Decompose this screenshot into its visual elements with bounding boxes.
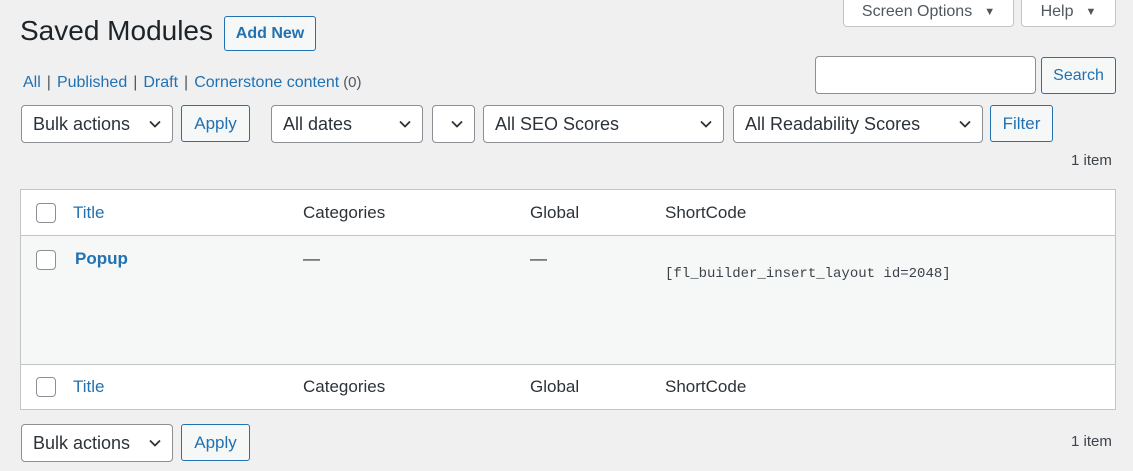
seo-scores-select[interactable]: All SEO Scores — [483, 105, 724, 143]
extra-filter-select[interactable] — [432, 105, 475, 143]
column-categories-header: Categories — [303, 203, 386, 222]
apply-button-top[interactable]: Apply — [181, 105, 250, 142]
items-count-top: 1 item — [1071, 152, 1112, 169]
column-global-header: Global — [530, 203, 580, 222]
column-shortcode-header: ShortCode — [665, 203, 747, 222]
row-checkbox[interactable] — [36, 250, 56, 270]
dates-value: All dates — [283, 113, 353, 134]
row-categories: — — [303, 249, 320, 268]
cornerstone-count: (0) — [343, 74, 362, 91]
table-row: Popup — — [fl_builder_insert_layout id=2… — [21, 236, 1115, 364]
view-all-link[interactable]: All — [23, 74, 41, 91]
chevron-down-icon — [149, 120, 161, 128]
column-title-footer[interactable]: Title — [73, 377, 105, 397]
view-cornerstone-link[interactable]: Cornerstone content — [194, 74, 339, 91]
seo-scores-value: All SEO Scores — [495, 113, 620, 134]
items-count-bottom: 1 item — [1071, 433, 1112, 450]
column-global-footer: Global — [530, 377, 580, 396]
help-tab[interactable]: Help ▼ — [1021, 0, 1116, 27]
bulk-actions-select-bottom[interactable]: Bulk actions — [21, 424, 173, 462]
row-global: — — [530, 249, 547, 268]
readability-scores-select[interactable]: All Readability Scores — [733, 105, 983, 143]
page-title: Saved Modules — [20, 15, 214, 46]
chevron-down-icon — [959, 120, 971, 128]
search-button[interactable]: Search — [1041, 57, 1116, 94]
bulk-actions-select-top[interactable]: Bulk actions — [21, 105, 173, 143]
bulk-actions-value: Bulk actions — [33, 113, 131, 134]
column-shortcode-footer: ShortCode — [665, 377, 747, 396]
screen-options-tab[interactable]: Screen Options ▼ — [843, 0, 1014, 27]
filter-button[interactable]: Filter — [990, 105, 1053, 142]
column-title-header[interactable]: Title — [73, 203, 105, 223]
chevron-down-icon — [149, 439, 161, 447]
separator: | — [133, 74, 138, 91]
caret-down-icon: ▼ — [984, 6, 996, 18]
apply-button-bottom[interactable]: Apply — [181, 424, 250, 461]
row-shortcode: [fl_builder_insert_layout id=2048] — [665, 266, 951, 282]
dates-select[interactable]: All dates — [271, 105, 423, 143]
screen-options-label: Screen Options — [861, 3, 973, 20]
modules-table: Title Categories Global ShortCode Popup … — [20, 189, 1116, 410]
separator: | — [184, 74, 189, 91]
search-input[interactable] — [815, 56, 1036, 94]
select-all-checkbox-footer[interactable] — [36, 377, 56, 397]
caret-down-icon: ▼ — [1085, 6, 1097, 18]
add-new-button[interactable]: Add New — [224, 16, 316, 51]
table-header-row: Title Categories Global ShortCode — [21, 190, 1115, 236]
help-label: Help — [1040, 3, 1074, 20]
readability-scores-value: All Readability Scores — [745, 113, 921, 134]
status-views: All | Published | Draft | Cornerstone content(… — [23, 74, 362, 92]
view-published-link[interactable]: Published — [57, 74, 127, 91]
view-draft-link[interactable]: Draft — [143, 74, 178, 91]
bulk-actions-value: Bulk actions — [33, 432, 131, 453]
row-title-link[interactable]: Popup — [75, 249, 128, 269]
chevron-down-icon — [700, 120, 712, 128]
select-all-checkbox[interactable] — [36, 203, 56, 223]
separator: | — [46, 74, 51, 91]
column-categories-footer: Categories — [303, 377, 386, 396]
chevron-down-icon — [399, 120, 411, 128]
table-footer-row: Title Categories Global ShortCode — [21, 364, 1115, 409]
chevron-down-icon — [451, 120, 463, 128]
